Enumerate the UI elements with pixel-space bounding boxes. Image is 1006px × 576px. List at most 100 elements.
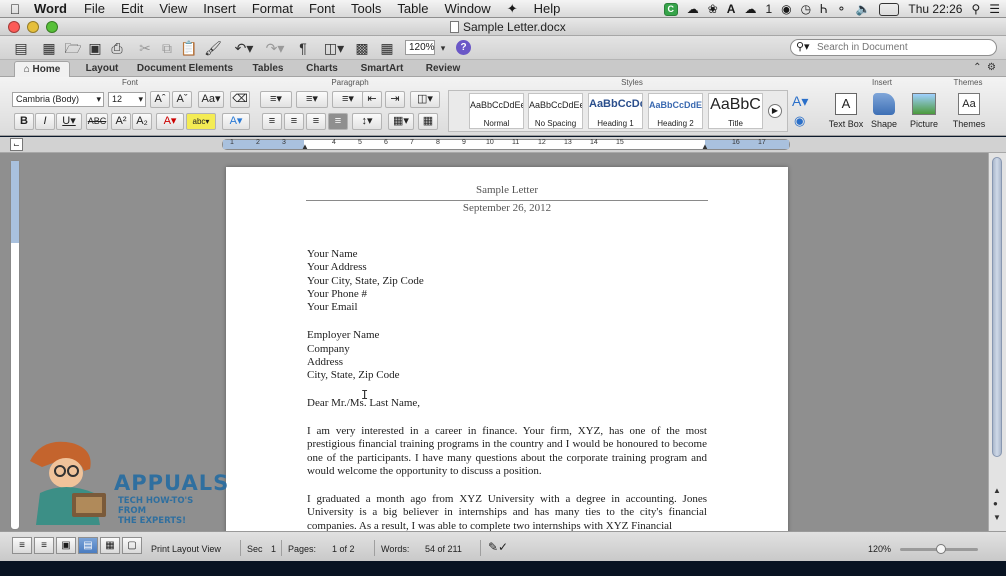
themes-button[interactable]: Aa Themes <box>947 93 991 129</box>
status-app-icon[interactable]: C <box>663 2 678 16</box>
italic-button[interactable]: I <box>35 113 55 130</box>
show-formatting-icon[interactable]: ¶ <box>296 40 310 56</box>
publishing-view-button[interactable]: ▣ <box>56 537 76 554</box>
line-spacing-button[interactable]: ↕▾ <box>352 113 382 130</box>
search-icon[interactable]: ⚲▾ <box>796 40 810 55</box>
text-effects-button[interactable]: A▾ <box>222 113 250 130</box>
bullets-button[interactable]: ≡▾ <box>260 91 292 108</box>
styles-next-icon[interactable]: ▶ <box>768 104 782 118</box>
horizontal-ruler[interactable]: 1 2 3 4 5 6 7 8 9 10 11 12 13 14 15 16 1… <box>222 139 790 151</box>
borders-button[interactable]: ▦▾ <box>388 113 414 130</box>
zoom-dropdown-icon[interactable]: ▾ <box>438 40 448 56</box>
paste-icon[interactable]: 📋 <box>180 40 198 56</box>
script-icon[interactable]: ✦ <box>499 1 526 17</box>
cut-icon[interactable]: ✂ <box>136 40 154 56</box>
style-normal[interactable]: AaBbCcDdEe Normal <box>469 93 524 129</box>
style-title[interactable]: AaBbC Title <box>708 93 763 129</box>
menu-edit[interactable]: Edit <box>113 1 151 16</box>
draft-view-button[interactable]: ≡ <box>12 537 32 554</box>
zoom-window-button[interactable] <box>46 21 58 33</box>
zoom-slider-knob[interactable] <box>936 544 946 554</box>
menu-view[interactable]: View <box>151 1 195 16</box>
style-no-spacing[interactable]: AaBbCcDdEe No Spacing <box>528 93 583 129</box>
pages-value[interactable]: 1 of 2 <box>332 544 355 554</box>
bluetooth-icon[interactable]: Ꮒ <box>820 2 827 17</box>
help-icon[interactable]: ? <box>456 40 471 55</box>
tab-stop-selector[interactable]: ⌙ <box>10 138 23 151</box>
notebook-view-button[interactable]: ▦ <box>100 537 120 554</box>
clock[interactable]: Thu 22:26 <box>908 2 962 16</box>
apple-icon[interactable]:  <box>0 1 30 17</box>
justify-button[interactable]: ≡ <box>328 113 348 130</box>
right-indent-marker[interactable]: ▲ <box>701 142 709 151</box>
search-box[interactable]: ⚲▾ <box>790 39 997 56</box>
vertical-ruler[interactable] <box>10 160 20 530</box>
sidebar-toggle-icon[interactable]: ◫▾ <box>322 40 346 56</box>
volume-icon[interactable]: 🔈 <box>855 2 870 16</box>
previous-page-icon[interactable]: ▲ <box>993 486 1001 495</box>
numbering-button[interactable]: ≡▾ <box>296 91 328 108</box>
insert-picture-button[interactable]: Picture <box>902 93 946 129</box>
copy-icon[interactable]: ⧉ <box>158 40 176 56</box>
spelling-check-icon[interactable]: ✎✓ <box>488 540 508 554</box>
new-document-icon[interactable]: ▤ <box>12 40 30 56</box>
time-machine-icon[interactable]: ◷ <box>801 2 811 16</box>
multilevel-list-button[interactable]: ≡▾ <box>332 91 364 108</box>
redo-icon[interactable]: ↷▾ <box>262 40 288 56</box>
full-screen-view-button[interactable]: ▢ <box>122 537 142 554</box>
outline-view-button[interactable]: ≡ <box>34 537 54 554</box>
print-icon[interactable]: ⎙ <box>108 40 126 56</box>
vertical-scrollbar[interactable]: ▲ ● ▼ <box>988 153 1006 531</box>
notification-list-icon[interactable]: ☰ <box>989 2 1000 16</box>
font-name-select[interactable]: Cambria (Body) ▾ <box>12 92 104 107</box>
tab-layout[interactable]: Layout <box>80 61 124 77</box>
bold-button[interactable]: B <box>14 113 34 130</box>
print-layout-view-button[interactable]: ▤ <box>78 537 98 554</box>
tab-home[interactable]: ⌂ Home <box>14 61 70 77</box>
styles-pane-icon[interactable]: ◉ <box>794 113 805 129</box>
menu-tools[interactable]: Tools <box>343 1 389 16</box>
gallery-icon[interactable]: ▦ <box>40 40 58 56</box>
spotlight-icon[interactable]: ⚲ <box>971 2 980 16</box>
menu-table[interactable]: Table <box>389 1 436 16</box>
highlight-button[interactable]: abc▾ <box>186 113 216 130</box>
align-center-button[interactable]: ≡ <box>284 113 304 130</box>
text-icon[interactable]: A <box>727 2 736 16</box>
undo-icon[interactable]: ↶▾ <box>231 40 257 56</box>
browse-object-icon[interactable]: ● <box>993 499 998 508</box>
tab-review[interactable]: Review <box>420 61 466 77</box>
drive-icon[interactable]: ◉ <box>781 2 791 16</box>
font-size-select[interactable]: 12 ▾ <box>108 92 146 107</box>
zoom-field[interactable]: 120% <box>405 40 435 55</box>
decrease-indent-button[interactable]: ⇤ <box>362 91 382 108</box>
tab-document-elements[interactable]: Document Elements <box>132 61 238 77</box>
superscript-button[interactable]: A² <box>111 113 131 130</box>
cloud-icon[interactable]: ☁ <box>744 2 756 16</box>
shading-button[interactable]: ▦ <box>418 113 438 130</box>
next-page-icon[interactable]: ▼ <box>993 513 1001 522</box>
change-case-button[interactable]: Aa▾ <box>198 91 224 108</box>
toolbox-icon[interactable]: ▩ <box>354 40 370 56</box>
minimize-window-button[interactable] <box>27 21 39 33</box>
document-page[interactable]: Sample Letter September 26, 2012 Your Na… <box>226 167 788 537</box>
search-input[interactable] <box>817 41 992 54</box>
strikethrough-button[interactable]: ABC <box>86 113 108 130</box>
grow-font-button[interactable]: Aˆ <box>150 91 170 108</box>
insert-shape-button[interactable]: Shape <box>862 93 906 129</box>
menu-font[interactable]: Font <box>301 1 343 16</box>
tab-tables[interactable]: Tables <box>246 61 290 77</box>
underline-button[interactable]: U▾ <box>56 113 82 130</box>
manage-styles-icon[interactable]: A▾ <box>792 93 808 110</box>
scrollbar-thumb[interactable] <box>992 157 1002 457</box>
close-window-button[interactable] <box>8 21 20 33</box>
left-indent-marker[interactable]: ▲ <box>301 142 309 151</box>
font-color-button[interactable]: A▾ <box>156 113 184 130</box>
wifi-icon[interactable]: ⚬ <box>836 2 846 16</box>
style-heading-1[interactable]: AaBbCcDc Heading 1 <box>588 93 643 129</box>
collapse-ribbon-icon[interactable]: ⌃ ⚙ <box>973 62 996 73</box>
tab-charts[interactable]: Charts <box>300 61 344 77</box>
open-icon[interactable]: 🗁 <box>64 40 82 56</box>
save-icon[interactable]: ▣ <box>86 40 104 56</box>
style-heading-2[interactable]: AaBbCcDdEe Heading 2 <box>648 93 703 129</box>
words-value[interactable]: 54 of 211 <box>425 544 462 554</box>
